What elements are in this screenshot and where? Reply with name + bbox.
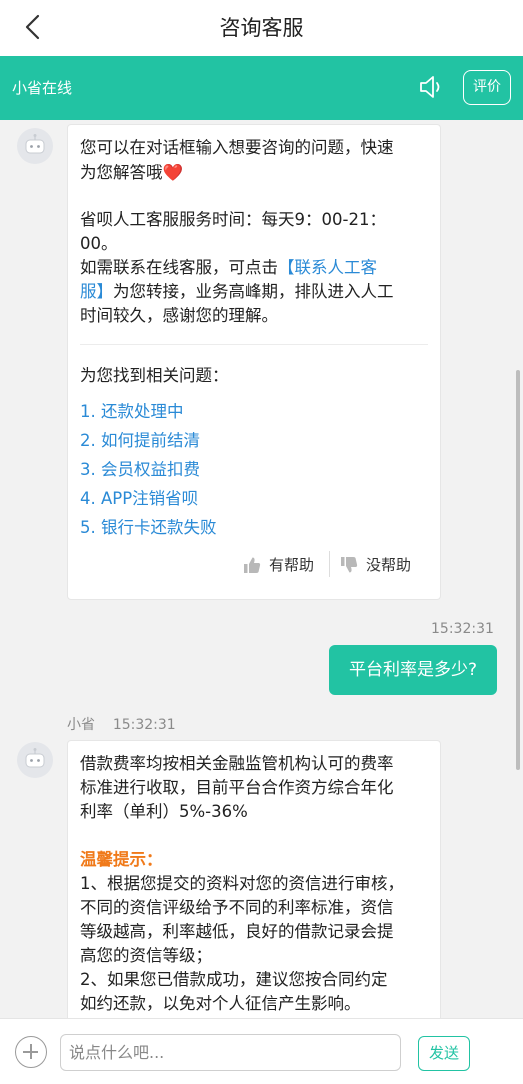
welcome-text-2: 为您解答哦❤️ [80,163,184,182]
question-link-1[interactable]: 1. 还款处理中 [80,398,184,422]
tip-line-5: 2、如果您已借款成功，建议您按合同约定 [80,970,388,989]
question-link-2[interactable]: 2. 如何提前结清 [80,427,200,451]
reply-line-3: 利率（单利）5%-36% [80,802,248,821]
tip-line-4: 高您的资信等级； [80,946,212,965]
thumbs-up-icon [244,557,261,573]
user-message: 平台利率是多少? [329,645,497,695]
robot-avatar-icon [17,742,53,778]
contact-agent-link[interactable]: 【联系人工客 [278,258,377,277]
service-hours-1: 省呗人工客服服务时间：每天9：00-21： [80,210,386,229]
chat-scrollbar[interactable] [516,370,520,770]
question-link-4[interactable]: 4. APP注销省呗 [80,485,198,509]
user-message-time: 15:32:31 [431,621,494,637]
welcome-text-1: 您可以在对话框输入想要咨询的问题，快速 [80,138,394,157]
reply-line-2: 标准进行收取，目前平台合作资方综合年化 [80,778,394,797]
contact-line-1: 如需联系在线客服，可点击【联系人工客 [80,258,377,277]
robot-avatar-icon [17,128,53,164]
feedback-separator [329,551,330,577]
chat-area[interactable]: 您可以在对话框输入想要咨询的问题，快速 为您解答哦❤️ 省呗人工客服服务时间：每… [0,120,523,1018]
not-helpful-button[interactable]: 没帮助 [340,554,411,575]
agent-status: 小省在线 [12,79,73,97]
sender-name: 小省 [67,717,95,733]
contact-agent-link-end[interactable]: 服】 [80,282,113,301]
tip-line-6: 如约还款，以免对个人征信产生影响。 [80,994,361,1013]
composer: 发送 [0,1018,523,1084]
send-button[interactable]: 发送 [418,1036,470,1071]
related-title: 为您找到相关问题： [80,366,229,385]
question-link-5[interactable]: 5. 银行卡还款失败 [80,514,217,538]
tip-line-2: 不同的资信评级给予不同的利率标准，资信 [80,898,394,917]
tip-line-1: 1、根据您提交的资料对您的资信进行审核， [80,874,404,893]
contact-line-3: 时间较久，感谢您的理解。 [80,306,278,325]
thumbs-down-icon [341,556,358,572]
question-link-3[interactable]: 3. 会员权益扣费 [80,456,200,480]
reply-line-1: 借款费率均按相关金融监管机构认可的费率 [80,754,394,773]
tip-title: 温馨提示： [80,850,163,869]
speaker-icon[interactable] [418,74,446,100]
reply-time: 15:32:31 [112,717,176,733]
service-hours-2: 00。 [80,234,118,253]
tip-line-3: 等级越高，利率越低，良好的借款记录会提 [80,922,394,941]
plus-icon[interactable] [15,1036,47,1068]
agent-bar: 小省在线 评价 [0,56,523,120]
message-input[interactable] [60,1034,401,1071]
helpful-button[interactable]: 有帮助 [243,554,314,575]
agent-reply-meta: 小省 15:32:31 [67,714,176,734]
divider [80,344,428,345]
top-nav: 咨询客服 [0,0,523,56]
page-title: 咨询客服 [219,16,304,40]
contact-line-2: 服】为您转接，业务高峰期，排队进入人工 [80,282,394,301]
heart-emoji: ❤️ [162,163,184,182]
rate-button[interactable]: 评价 [463,70,511,105]
